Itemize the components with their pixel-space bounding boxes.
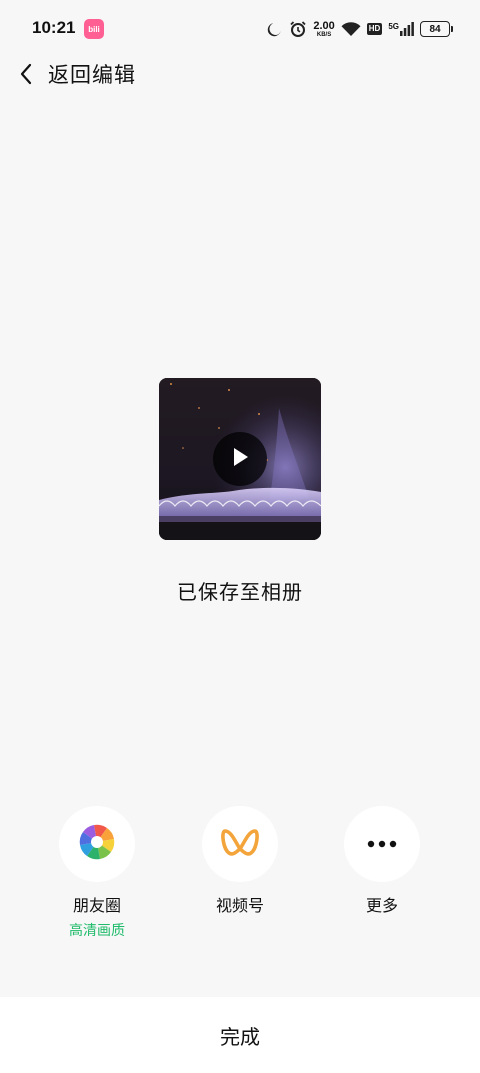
status-icons: 2.00 KB/S HD 5G 84 [267,16,453,42]
moments-label: 朋友圈 [72,898,121,915]
video-thumbnail[interactable] [159,378,321,540]
back-label: 返回编辑 [48,64,136,87]
share-moments-button[interactable]: 朋友圈 高清画质 [37,806,157,940]
chevron-left-icon [14,62,38,86]
network-speed-unit: KB/S [316,31,332,38]
signal-icon: 5G [388,22,414,36]
channels-label: 视频号 [215,898,264,915]
hd-quality-label: 高清画质 [69,922,125,938]
moments-icon [78,823,116,866]
footer-bar: 完成 [0,997,480,1073]
top-nav: 返回编辑 [0,52,480,92]
status-time: 10:21 [32,18,76,37]
more-icon [367,835,397,853]
channels-icon-container [202,806,278,882]
more-label: 更多 [365,898,398,915]
share-channels-button[interactable]: 视频号 [180,806,300,916]
saved-to-album-text: 已保存至相册 [177,582,303,604]
back-to-edit-button[interactable]: 返回编辑 [14,56,136,92]
alarm-icon [289,20,307,38]
channels-icon [221,827,259,862]
play-button[interactable] [213,432,267,486]
battery-level: 84 [429,23,441,35]
share-more-button[interactable]: 更多 [322,806,442,916]
done-button[interactable]: 完成 [0,997,480,1073]
network-type-label: 5G [388,22,399,31]
battery-indicator: 84 [420,21,453,37]
play-icon [230,446,250,473]
more-icon-container [344,806,420,882]
hd-badge: HD [366,23,383,35]
wifi-icon [341,21,361,37]
status-bar: 10:21 bili 2.00 KB/S HD 5G 84 [0,0,480,58]
moments-icon-container [59,806,135,882]
network-speed: 2.00 KB/S [313,19,335,38]
network-speed-value: 2.00 [313,19,335,32]
bilibili-app-icon: bili [84,19,104,39]
share-options: 朋友圈 高清画质 视频号 更多 [0,806,480,946]
moon-icon [267,21,283,37]
